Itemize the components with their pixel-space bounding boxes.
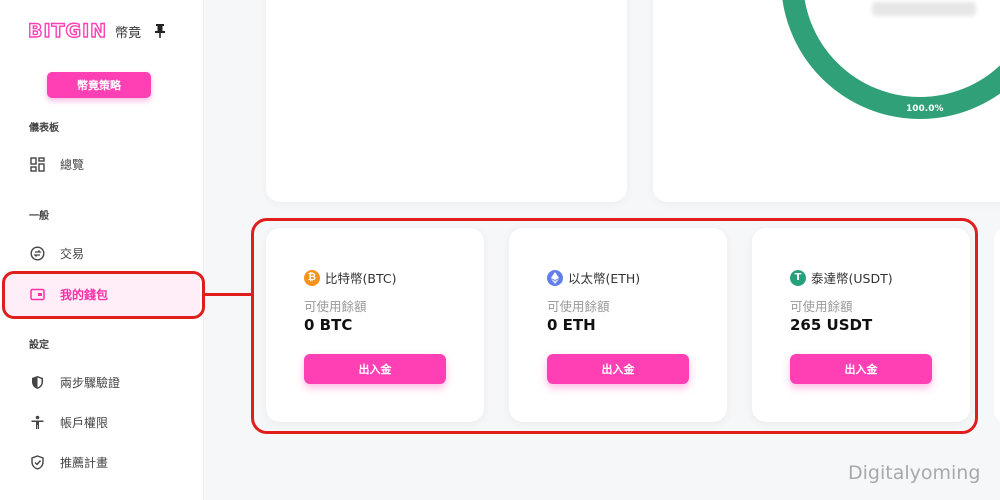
brand[interactable]: BITGIN 幣竟 [27, 19, 167, 43]
sidebar-item-permissions[interactable]: 帳戶權限 [29, 414, 108, 431]
wallet-card-partial [994, 228, 1000, 422]
sidebar-item-label: 交易 [60, 247, 85, 261]
section-general: 一般 [29, 211, 49, 222]
grid-icon [29, 157, 45, 173]
sidebar-item-label: 推薦計畫 [60, 456, 109, 470]
section-settings: 設定 [29, 340, 49, 351]
section-dashboard: 儀表板 [29, 123, 59, 134]
overview-card-left [266, 0, 627, 202]
brand-subtitle: 幣竟 [115, 25, 142, 41]
donut-percent-label: 100.0% [906, 104, 944, 114]
strategy-button[interactable]: 幣竟策略 [47, 72, 151, 98]
bitgin-logo: BITGIN [27, 19, 108, 42]
pin-icon[interactable] [153, 23, 167, 39]
sidebar-item-overview[interactable]: 總覽 [29, 156, 84, 173]
shield-check-icon [29, 455, 45, 471]
sidebar-item-label: 總覽 [60, 158, 85, 172]
sidebar-item-label: 兩步驟驗證 [60, 376, 121, 390]
sidebar-item-label: 帳戶權限 [60, 416, 109, 430]
sidebar-item-referral[interactable]: 推薦計畫 [29, 454, 108, 471]
sidebar: BITGIN 幣竟 幣竟策略 儀表板 總覽 一般 交易 我的錢包 設定 兩步驟驗… [0, 0, 204, 500]
highlight-frame-wallet-cards [251, 218, 978, 434]
blurred-total-value [872, 2, 976, 16]
sidebar-item-trade[interactable]: 交易 [29, 245, 84, 262]
highlight-frame-wallet-nav [2, 271, 205, 319]
exchange-icon [29, 246, 45, 262]
sidebar-item-2fa[interactable]: 兩步驟驗證 [29, 374, 120, 391]
shield-icon [29, 375, 45, 391]
watermark: Digitalyoming [848, 462, 981, 484]
highlight-connector [205, 293, 252, 296]
allocation-donut-chart [782, 0, 1000, 119]
person-icon [29, 415, 45, 431]
